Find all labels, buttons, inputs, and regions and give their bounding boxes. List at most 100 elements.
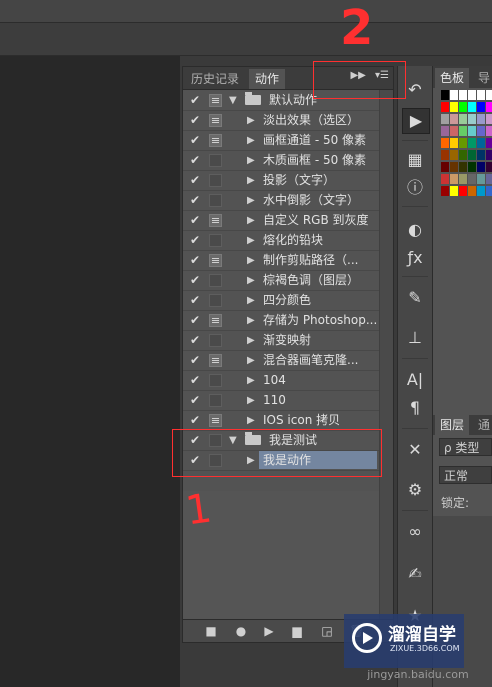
toggle-check-icon[interactable]: ✔: [188, 233, 202, 247]
swatch[interactable]: [459, 186, 467, 196]
toggle-check-icon[interactable]: ✔: [188, 393, 202, 407]
tab-actions[interactable]: 动作: [249, 69, 286, 89]
action-row[interactable]: ✔ ▶ 棕褐色调（图层）: [183, 271, 379, 291]
swatch[interactable]: [450, 186, 458, 196]
stamp-icon[interactable]: ⊥: [402, 326, 428, 350]
swatch[interactable]: [459, 138, 467, 148]
collapse-triangle-icon[interactable]: ▶: [247, 314, 255, 327]
dialog-toggle[interactable]: [209, 274, 222, 287]
collapse-triangle-icon[interactable]: ▶: [247, 254, 255, 267]
swatch[interactable]: [468, 102, 476, 112]
collapse-triangle-icon[interactable]: ▶: [247, 154, 255, 167]
action-row[interactable]: ✔ ▶ 画框通道 - 50 像素: [183, 131, 379, 151]
new-set-icon[interactable]: ▆: [289, 623, 305, 639]
swatch[interactable]: [486, 150, 492, 160]
dialog-toggle[interactable]: [209, 294, 222, 307]
toggle-check-icon[interactable]: ✔: [188, 333, 202, 347]
swatch[interactable]: [441, 138, 449, 148]
toggle-check-icon[interactable]: ✔: [188, 173, 202, 187]
swatch[interactable]: [459, 174, 467, 184]
toggle-check-icon[interactable]: ✔: [188, 193, 202, 207]
collapse-triangle-icon[interactable]: ▶: [247, 234, 255, 247]
swatch[interactable]: [441, 186, 449, 196]
toggle-check-icon[interactable]: ✔: [188, 313, 202, 327]
dialog-toggle[interactable]: [209, 394, 222, 407]
collapse-triangle-icon[interactable]: ▶: [247, 354, 255, 367]
toggle-check-icon[interactable]: ✔: [188, 293, 202, 307]
swatch[interactable]: [441, 126, 449, 136]
dialog-toggle[interactable]: [209, 334, 222, 347]
tab-channels[interactable]: 通: [473, 415, 492, 435]
play-icon[interactable]: ▶: [261, 623, 277, 639]
swatch[interactable]: [459, 102, 467, 112]
swatch[interactable]: [468, 90, 476, 100]
swatch[interactable]: [477, 90, 485, 100]
adjust-icon[interactable]: ✍: [402, 562, 428, 586]
creative-cloud-icon[interactable]: ∞: [402, 520, 428, 544]
swatch[interactable]: [441, 162, 449, 172]
swatch[interactable]: [468, 114, 476, 124]
collapse-triangle-icon[interactable]: ▶: [247, 374, 255, 387]
toggle-check-icon[interactable]: ✔: [188, 373, 202, 387]
dialog-toggle[interactable]: [209, 174, 222, 187]
info-icon[interactable]: ⓘ: [402, 176, 428, 200]
collapse-triangle-icon[interactable]: ▶: [247, 214, 255, 227]
swatch[interactable]: [459, 162, 467, 172]
dialog-toggle[interactable]: [209, 214, 222, 227]
swatch[interactable]: [450, 126, 458, 136]
collapse-triangle-icon[interactable]: ▶: [247, 114, 255, 127]
action-row[interactable]: ✔ ▶ 淡出效果（选区）: [183, 111, 379, 131]
swatch[interactable]: [468, 162, 476, 172]
3d-gyro-icon[interactable]: ⚙: [402, 478, 428, 502]
dialog-toggle[interactable]: [209, 94, 222, 107]
dialog-toggle[interactable]: [209, 134, 222, 147]
swatch[interactable]: [486, 162, 492, 172]
swatch[interactable]: [477, 114, 485, 124]
dialog-toggle[interactable]: [209, 154, 222, 167]
action-row[interactable]: ✔ ▶ 木质画框 - 50 像素: [183, 151, 379, 171]
swatch[interactable]: [486, 174, 492, 184]
swatch[interactable]: [450, 174, 458, 184]
swatch[interactable]: [441, 102, 449, 112]
swatch[interactable]: [477, 138, 485, 148]
tab-history[interactable]: 历史记录: [185, 69, 245, 89]
swatch[interactable]: [450, 162, 458, 172]
swatch[interactable]: [477, 162, 485, 172]
swatch[interactable]: [468, 150, 476, 160]
blend-mode-select[interactable]: 正常: [439, 466, 492, 484]
swatch[interactable]: [468, 174, 476, 184]
swatch[interactable]: [441, 174, 449, 184]
action-row[interactable]: ✔ ▶ 投影（文字）: [183, 171, 379, 191]
tab-swatches[interactable]: 色板: [435, 68, 470, 88]
swatch[interactable]: [477, 186, 485, 196]
swatch[interactable]: [450, 150, 458, 160]
toggle-check-icon[interactable]: ✔: [188, 353, 202, 367]
collapse-triangle-icon[interactable]: ▶: [247, 274, 255, 287]
collapse-triangle-icon[interactable]: ▶: [247, 394, 255, 407]
tab-layers[interactable]: 图层: [435, 415, 470, 435]
dialog-toggle[interactable]: [209, 254, 222, 267]
toggle-check-icon[interactable]: ✔: [188, 413, 202, 427]
toggle-check-icon[interactable]: ✔: [188, 253, 202, 267]
swatch[interactable]: [459, 126, 467, 136]
swatch[interactable]: [477, 150, 485, 160]
scrollbar[interactable]: [379, 90, 393, 620]
action-row[interactable]: ✔ ▶ 四分颜色: [183, 291, 379, 311]
swatch[interactable]: [450, 90, 458, 100]
swatch[interactable]: [486, 126, 492, 136]
action-row[interactable]: ✔ ▶ 渐变映射: [183, 331, 379, 351]
3d-cube-icon[interactable]: ▦: [402, 148, 428, 172]
expand-triangle-icon[interactable]: ▼: [229, 94, 237, 107]
collapse-triangle-icon[interactable]: ▶: [247, 194, 255, 207]
swatch[interactable]: [459, 114, 467, 124]
swatch[interactable]: [477, 102, 485, 112]
swatch[interactable]: [441, 150, 449, 160]
action-row[interactable]: ✔ ▶ IOS icon 拷贝: [183, 411, 379, 431]
toggle-check-icon[interactable]: ✔: [188, 273, 202, 287]
dialog-toggle[interactable]: [209, 354, 222, 367]
collapse-triangle-icon[interactable]: ▶: [247, 294, 255, 307]
dialog-toggle[interactable]: [209, 374, 222, 387]
collapse-triangle-icon[interactable]: ▶: [247, 174, 255, 187]
collapse-triangle-icon[interactable]: ▶: [247, 334, 255, 347]
fx-icon[interactable]: ƒx: [402, 246, 428, 270]
